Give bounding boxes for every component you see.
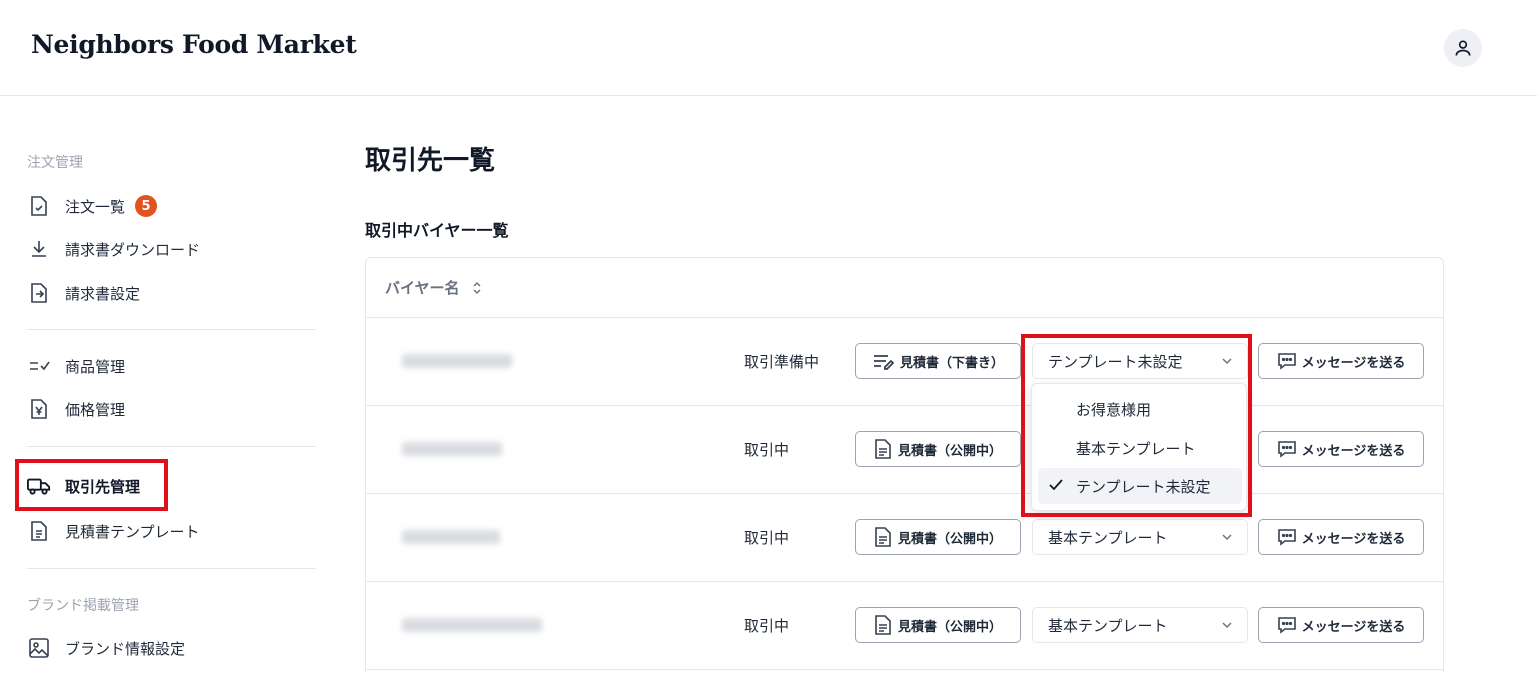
chat-bubble-icon: [1277, 440, 1297, 458]
quote-published-button[interactable]: 見積書（公開中）: [855, 519, 1021, 555]
table-row: 取引準備中 見積書（下書き） テンプレート未設定 メッセージを送る: [366, 318, 1443, 406]
document-lines-icon: [874, 439, 892, 459]
user-icon: [1455, 40, 1471, 56]
buyer-name-redacted: [402, 530, 500, 544]
sidebar-item-label: 注文一覧: [65, 197, 126, 216]
document-lines-icon: [27, 519, 51, 543]
message-button-label: メッセージを送る: [1301, 619, 1406, 635]
sidebar-item-products[interactable]: 商品管理: [27, 350, 125, 382]
sidebar-item-orders[interactable]: 注文一覧 5: [27, 190, 158, 222]
quote-button-label: 見積書（下書き）: [899, 355, 1004, 371]
sidebar-item-label: 見積書テンプレート: [65, 522, 200, 541]
buyer-name-redacted: [402, 354, 512, 368]
buyer-table: バイヤー名 取引準備中 見積書（下書き） テンプレート未設定 メッセージを送る …: [365, 257, 1444, 673]
sidebar-item-invoice-download[interactable]: 請求書ダウンロード: [27, 233, 200, 265]
send-message-button[interactable]: メッセージを送る: [1258, 431, 1424, 467]
brand-logo[interactable]: Neighbors Food Market: [31, 30, 357, 59]
yen-document-icon: [27, 397, 51, 421]
sidebar-item-brand-info[interactable]: ブランド情報設定: [27, 632, 185, 664]
highlight-box-dropdown: [1021, 334, 1252, 517]
sidebar-item-label: ブランド情報設定: [65, 639, 186, 658]
column-header-buyer-name: バイヤー名: [385, 279, 460, 297]
template-select[interactable]: 基本テンプレート: [1032, 519, 1248, 555]
sidebar-divider: [27, 446, 316, 447]
sidebar-item-label: 商品管理: [65, 357, 126, 376]
template-select-value: 基本テンプレート: [1048, 528, 1168, 547]
send-message-button[interactable]: メッセージを送る: [1258, 343, 1424, 379]
sidebar-divider: [27, 568, 316, 569]
document-check-icon: [27, 194, 51, 218]
document-arrow-icon: [27, 281, 51, 305]
sidebar-section-order: 注文管理: [27, 155, 83, 171]
message-button-label: メッセージを送る: [1301, 531, 1406, 547]
sidebar-item-prices[interactable]: 価格管理: [27, 393, 125, 425]
order-count-badge: 5: [135, 195, 158, 217]
download-icon: [27, 237, 51, 261]
buyer-name-redacted: [402, 618, 542, 632]
trade-status: 取引中: [744, 441, 790, 459]
quote-published-button[interactable]: 見積書（公開中）: [855, 431, 1021, 467]
sidebar-item-label: 請求書ダウンロード: [65, 240, 201, 259]
sidebar-item-label: 請求書設定: [65, 284, 141, 303]
document-lines-icon: [874, 615, 892, 635]
sort-buyer-name[interactable]: バイヤー名: [385, 277, 482, 298]
message-button-label: メッセージを送る: [1301, 443, 1406, 459]
table-row: 取引中 見積書（公開中） 基本テンプレート メッセージを送る: [366, 494, 1443, 582]
trade-status: 取引中: [744, 617, 790, 635]
chat-bubble-icon: [1277, 352, 1297, 370]
sidebar-divider: [27, 329, 316, 330]
sidebar-item-label: 価格管理: [65, 400, 126, 419]
chat-bubble-icon: [1277, 616, 1297, 634]
page-title: 取引先一覧: [365, 146, 496, 176]
trade-status: 取引準備中: [744, 353, 820, 371]
sort-icon: [473, 281, 481, 294]
table-header: バイヤー名: [366, 258, 1443, 318]
document-lines-icon: [874, 527, 892, 547]
trade-status: 取引中: [744, 529, 790, 547]
app-header: Neighbors Food Market: [0, 0, 1537, 96]
send-message-button[interactable]: メッセージを送る: [1258, 519, 1424, 555]
table-row: 取引中 見積書（公開中） 基本テンプレート メッセージを送る: [366, 582, 1443, 670]
image-icon: [27, 636, 51, 660]
template-select-value: 基本テンプレート: [1048, 616, 1168, 635]
sidebar-item-invoice-settings[interactable]: 請求書設定: [27, 277, 140, 309]
table-row: 取引中 見積書（公開中） メッセージを送る: [366, 406, 1443, 494]
sidebar-section-brand: ブランド掲載管理: [27, 598, 139, 614]
template-select[interactable]: 基本テンプレート: [1032, 607, 1248, 643]
chat-bubble-icon: [1277, 528, 1297, 546]
sidebar: [0, 96, 340, 673]
quote-draft-button[interactable]: 見積書（下書き）: [855, 343, 1021, 379]
quote-button-label: 見積書（公開中）: [897, 443, 1002, 459]
quote-button-label: 見積書（公開中）: [897, 619, 1002, 635]
buyer-name-redacted: [402, 442, 502, 456]
quote-published-button[interactable]: 見積書（公開中）: [855, 607, 1021, 643]
sidebar-item-quote-templates[interactable]: 見積書テンプレート: [27, 515, 200, 547]
send-message-button[interactable]: メッセージを送る: [1258, 607, 1424, 643]
user-menu-button[interactable]: [1444, 29, 1482, 67]
message-button-label: メッセージを送る: [1301, 355, 1406, 371]
chevron-down-icon: [1222, 622, 1232, 629]
edit-lines-icon: [872, 352, 894, 370]
quote-button-label: 見積書（公開中）: [897, 531, 1002, 547]
highlight-box-sidebar: [15, 459, 168, 511]
section-title: 取引中バイヤー一覧: [365, 221, 509, 240]
chevron-down-icon: [1222, 534, 1232, 541]
list-check-icon: [27, 354, 51, 378]
